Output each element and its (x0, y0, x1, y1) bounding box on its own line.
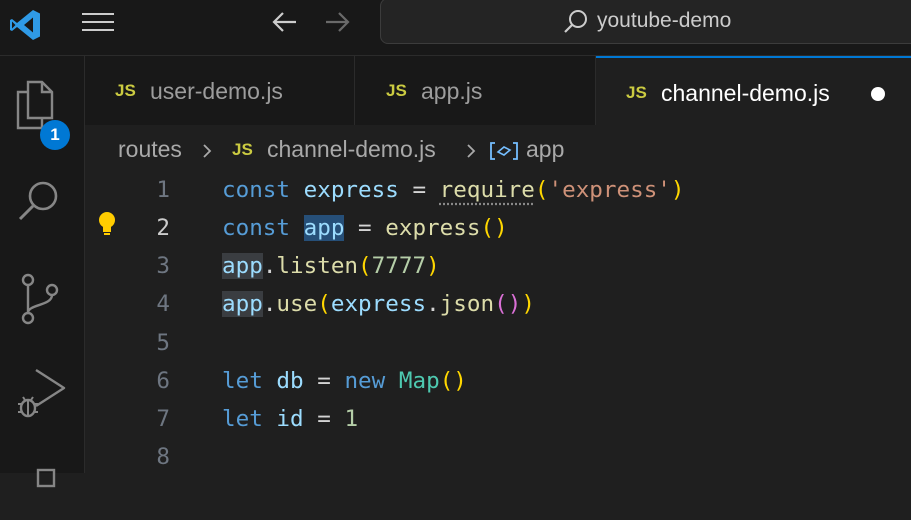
bracket: () (439, 368, 467, 394)
chevron-right-icon (467, 144, 476, 158)
code-line-4[interactable]: app.use(express.json()) (222, 291, 535, 317)
code-editor[interactable]: 1 2 3 4 5 6 7 8 const express = require(… (85, 172, 911, 473)
line-number: 6 (156, 368, 170, 394)
breadcrumb-file[interactable]: channel-demo.js (267, 136, 436, 163)
identifier: express (330, 291, 427, 317)
selected-identifier: app (303, 215, 345, 241)
tab-label: channel-demo.js (661, 80, 830, 106)
arrow-left-icon[interactable] (266, 8, 302, 36)
js-file-icon: JS (115, 81, 136, 100)
keyword: const (222, 215, 291, 241)
symbol-variable-icon (490, 142, 518, 160)
function-call: json (439, 291, 495, 317)
explorer-badge: 1 (40, 120, 70, 150)
identifier: db (276, 368, 304, 394)
bracket: ( (358, 253, 372, 279)
keyword: new (344, 368, 386, 394)
activity-explorer[interactable]: 1 (0, 70, 85, 150)
operator: = (344, 215, 386, 241)
arrow-right-icon[interactable] (320, 8, 356, 36)
code-line-3[interactable]: app.listen(7777) (222, 253, 440, 279)
activity-extensions[interactable] (0, 450, 85, 520)
activity-bar: 1 (0, 56, 85, 488)
identifier: id (276, 406, 304, 432)
punctuation: . (262, 253, 277, 279)
line-number: 8 (156, 444, 170, 470)
line-number: 1 (156, 177, 170, 203)
bracket: ) (670, 177, 685, 203)
punctuation: . (426, 291, 440, 317)
line-number: 2 (156, 215, 170, 241)
identifier-occurrence: app (222, 253, 263, 279)
keyword: let (222, 368, 263, 394)
line-number: 7 (156, 406, 170, 432)
number-literal: 1 (344, 406, 359, 432)
menu-icon[interactable] (80, 10, 116, 34)
bracket: () (494, 291, 522, 317)
tab-app[interactable]: JS app.js (355, 56, 596, 125)
keyword: const (222, 177, 291, 203)
js-file-icon: JS (232, 140, 253, 159)
function-call: require (439, 177, 535, 203)
activity-source-control[interactable] (0, 262, 85, 332)
extensions-icon (36, 468, 56, 488)
js-file-icon: JS (626, 83, 647, 102)
bracket: ( (317, 291, 331, 317)
command-center-search[interactable]: youtube-demo (380, 0, 911, 44)
number-literal: 7777 (371, 253, 427, 279)
editor-tabs: JS user-demo.js JS app.js JS channel-dem… (85, 56, 911, 125)
tab-label: app.js (421, 78, 483, 104)
title-bar: youtube-demo (0, 0, 911, 56)
keyword: let (222, 406, 263, 432)
breadcrumb: routes JS channel-demo.js app (85, 126, 911, 172)
tab-user-demo[interactable]: JS user-demo.js (85, 56, 355, 125)
identifier: express (303, 177, 399, 203)
bracket: () (480, 215, 508, 241)
bracket: ( (534, 177, 549, 203)
search-text: youtube-demo (597, 9, 732, 32)
source-control-icon (21, 273, 59, 325)
code-line-6[interactable]: let db = new Map() (222, 368, 467, 394)
operator: = (303, 406, 345, 432)
class-name: Map (398, 368, 440, 394)
code-line-1[interactable]: const express = require('express') (222, 177, 685, 203)
function-call: use (276, 291, 318, 317)
search-icon (564, 10, 587, 33)
tab-label: user-demo.js (150, 78, 283, 104)
chevron-right-icon (203, 144, 212, 158)
line-number: 4 (156, 291, 170, 317)
identifier-occurrence: app (222, 291, 263, 317)
function-call: express (385, 215, 481, 241)
line-number: 3 (156, 253, 170, 279)
string-literal: 'express' (548, 177, 671, 203)
run-debug-icon (18, 368, 66, 418)
bracket: ) (521, 291, 535, 317)
vscode-logo-icon (10, 10, 40, 40)
punctuation: . (262, 291, 277, 317)
operator: = (303, 368, 345, 394)
breadcrumb-symbol[interactable]: app (526, 136, 564, 163)
function-call: listen (276, 253, 359, 279)
operator: = (398, 177, 440, 203)
js-file-icon: JS (386, 81, 407, 100)
activity-run-debug[interactable] (0, 356, 85, 426)
tab-channel-demo[interactable]: JS channel-demo.js (596, 56, 911, 125)
search-icon (18, 181, 58, 221)
bracket: ) (426, 253, 440, 279)
breadcrumb-folder[interactable]: routes (118, 136, 182, 163)
code-line-2[interactable]: const app = express() (222, 215, 508, 241)
line-number: 5 (156, 330, 170, 356)
unsaved-dot-icon[interactable] (871, 87, 885, 101)
lightbulb-icon[interactable] (95, 210, 119, 238)
activity-search[interactable] (0, 168, 85, 238)
code-line-7[interactable]: let id = 1 (222, 406, 358, 432)
